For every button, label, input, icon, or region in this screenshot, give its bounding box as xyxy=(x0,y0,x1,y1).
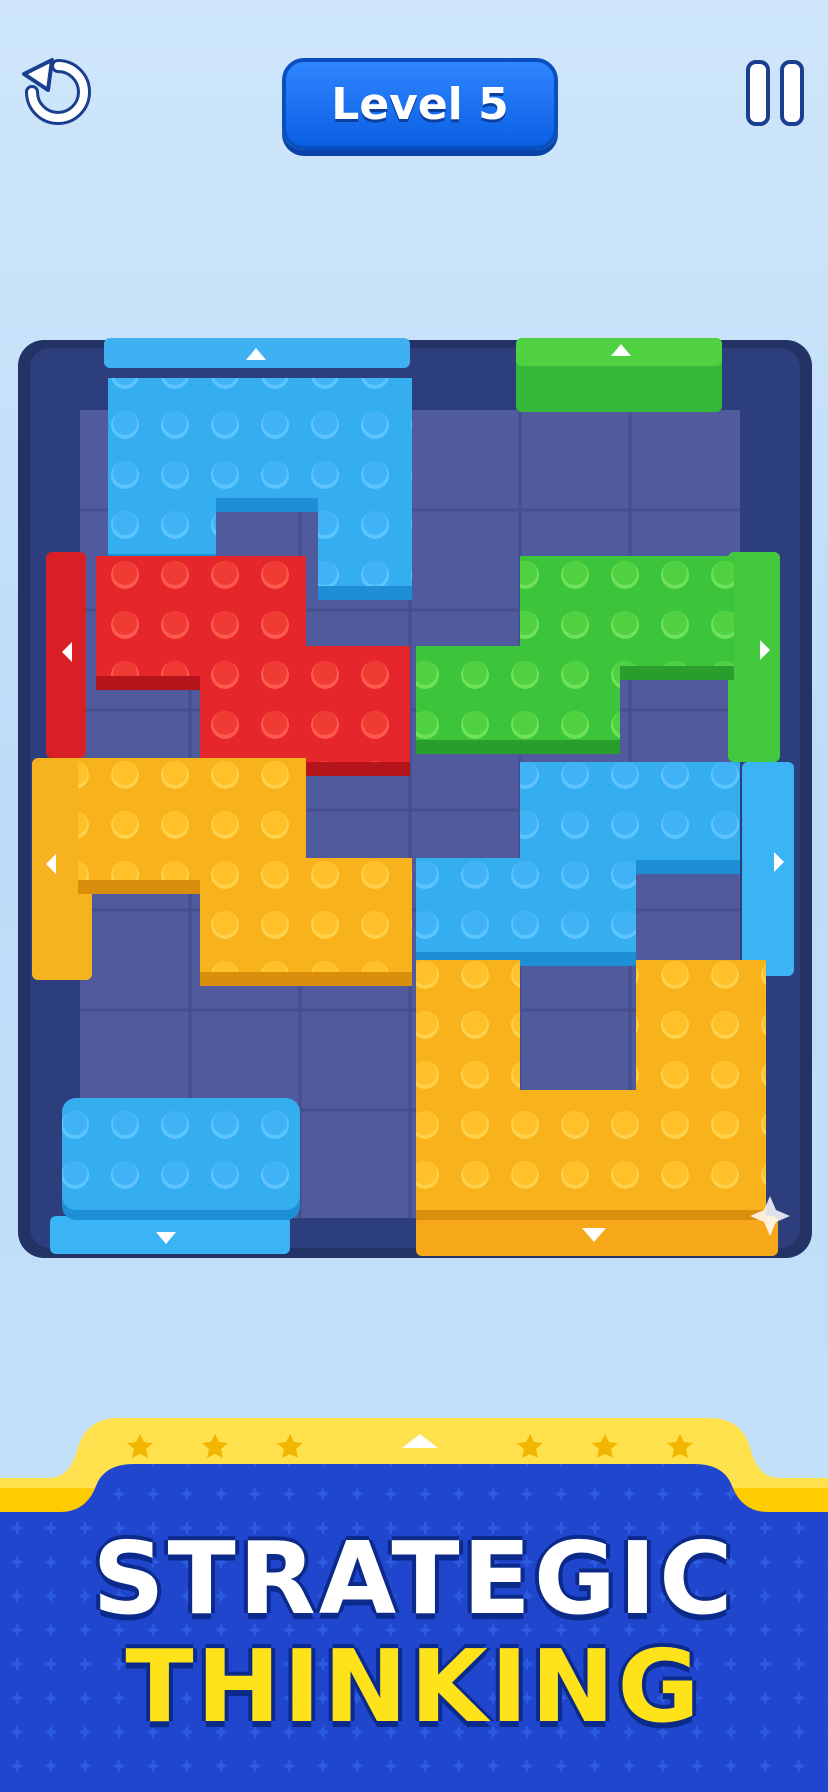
headline-line-2: THINKING xyxy=(125,1628,703,1745)
red-gate-left xyxy=(46,552,86,758)
green-gate-right xyxy=(728,552,780,762)
game-board xyxy=(18,338,812,1258)
blue-gate-bottom xyxy=(50,1216,290,1254)
yellow-gate-bottom xyxy=(416,1216,778,1256)
blue-gate-right xyxy=(742,762,794,976)
blue-block-bottom[interactable] xyxy=(62,1098,300,1220)
blue-gate-top xyxy=(104,338,410,368)
headline-line-1: STRATEGIC xyxy=(92,1520,736,1637)
green-gate-top xyxy=(516,338,722,412)
